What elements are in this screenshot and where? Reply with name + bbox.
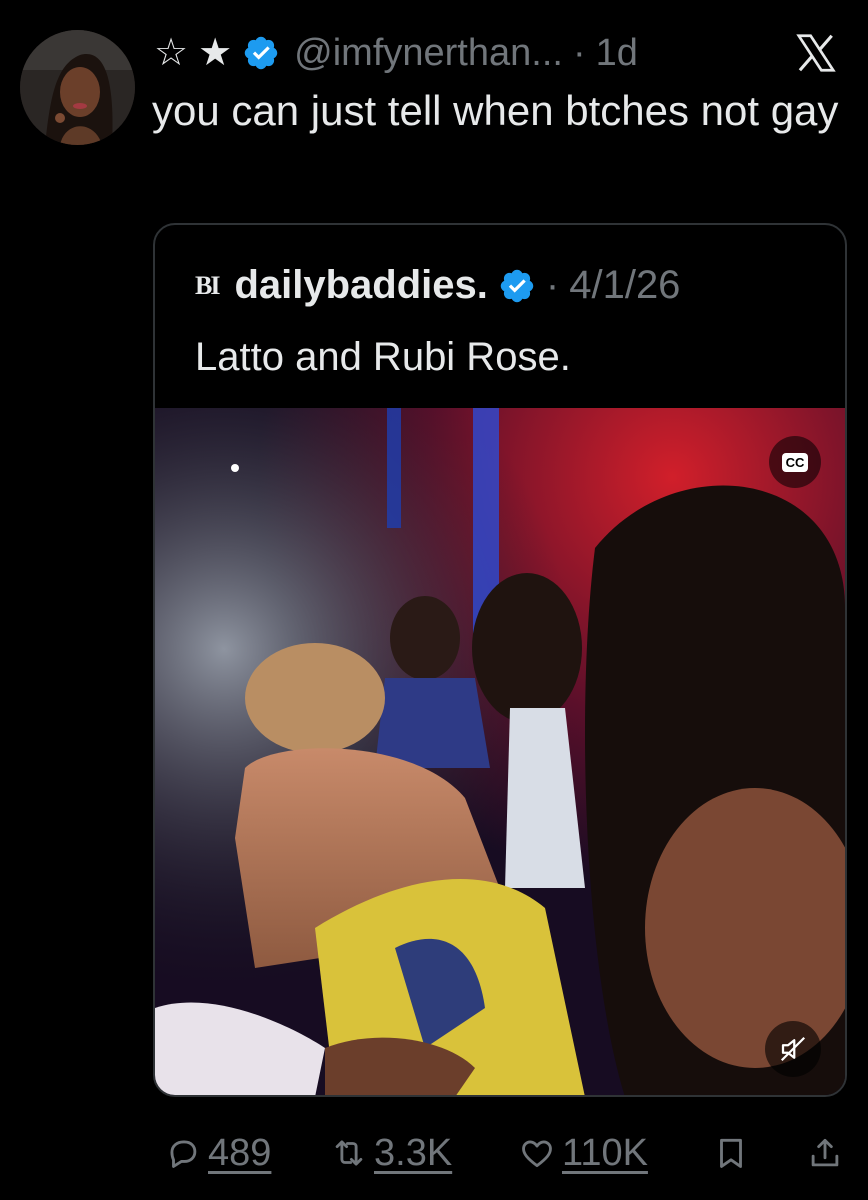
quoted-avatar-logo: BI xyxy=(195,270,221,300)
quoted-tweet[interactable]: BI dailybaddies. · 4/1/26 Latto and Rubi… xyxy=(153,223,847,1097)
separator: · xyxy=(572,31,586,74)
quoted-author-name[interactable]: dailybaddies. xyxy=(234,263,487,308)
volume-muted-icon xyxy=(780,1036,806,1062)
x-logo-icon[interactable] xyxy=(790,30,842,76)
star-filled-icon: ★ xyxy=(198,32,233,74)
tweet-header: ☆ ★ @imfynerthan... · 1d xyxy=(154,28,638,78)
repost-count: 3.3K xyxy=(374,1131,453,1174)
separator: · xyxy=(545,263,560,307)
video-player[interactable]: CC xyxy=(155,408,845,1095)
heart-icon xyxy=(522,1140,552,1168)
share-button[interactable] xyxy=(806,1125,844,1181)
repost-button[interactable]: 3.3K xyxy=(330,1125,452,1181)
cc-icon: CC xyxy=(781,452,809,472)
quoted-tweet-header: BI dailybaddies. · 4/1/26 xyxy=(195,263,680,308)
like-button[interactable]: 110K xyxy=(518,1125,648,1181)
captions-button[interactable]: CC xyxy=(769,436,821,488)
repost-icon xyxy=(335,1140,363,1166)
action-bar: 489 3.3K 110K xyxy=(150,1125,850,1185)
bookmark-button[interactable] xyxy=(712,1125,750,1181)
author-handle[interactable]: @imfynerthan... xyxy=(294,32,563,75)
quoted-tweet-date[interactable]: 4/1/26 xyxy=(569,263,680,308)
like-count: 110K xyxy=(562,1131,648,1174)
tweet-time[interactable]: 1d xyxy=(596,32,638,75)
verified-badge-icon xyxy=(500,269,534,302)
share-icon xyxy=(811,1138,839,1167)
reply-icon xyxy=(170,1140,197,1168)
reply-button[interactable]: 489 xyxy=(164,1125,271,1181)
bookmark-icon xyxy=(720,1138,742,1168)
verified-badge-icon xyxy=(244,36,278,70)
avatar[interactable] xyxy=(20,30,135,145)
avatar-image xyxy=(20,30,135,145)
quoted-tweet-text: Latto and Rubi Rose. xyxy=(195,335,571,379)
star-outline-icon: ☆ xyxy=(154,32,189,74)
mute-button[interactable] xyxy=(765,1021,821,1077)
reply-count: 489 xyxy=(208,1131,272,1174)
video-frame xyxy=(155,408,845,1095)
tweet-text: you can just tell when btches not gay xyxy=(152,87,839,134)
